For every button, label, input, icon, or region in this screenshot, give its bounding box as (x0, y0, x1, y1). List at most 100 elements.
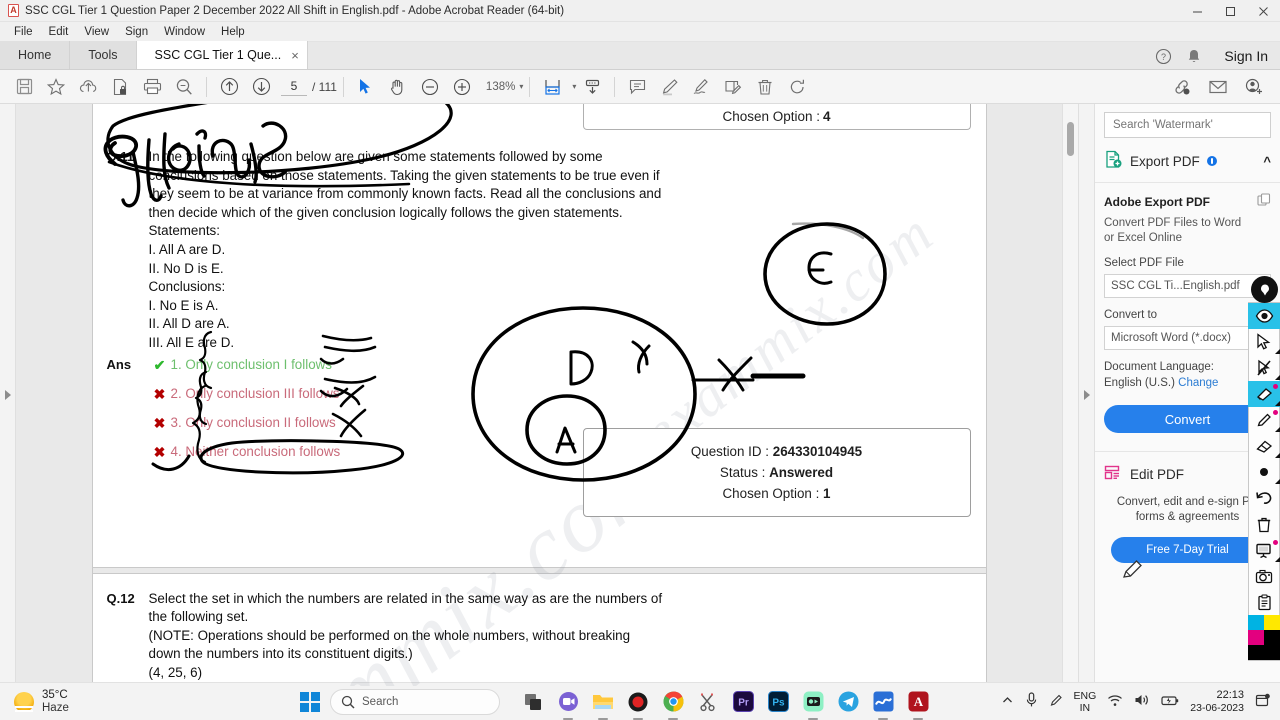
right-panel-toggle[interactable] (1078, 104, 1094, 686)
notification-center-icon[interactable] (1255, 693, 1270, 711)
convert-button[interactable]: Convert (1104, 405, 1271, 433)
zoom-in-icon[interactable] (446, 72, 478, 102)
chevron-down-icon[interactable]: ▾ (519, 82, 523, 91)
document-viewport[interactable]: exammix.com exammix.com Chosen Option : … (16, 104, 1062, 686)
swatch-yellow[interactable] (1264, 615, 1280, 630)
swatch-black[interactable] (1264, 630, 1280, 645)
zoom-level-label[interactable]: 138% (486, 81, 515, 93)
pen-tray-icon[interactable] (1049, 693, 1063, 711)
swatch-black-2[interactable] (1248, 645, 1264, 660)
obs-studio-icon[interactable] (800, 689, 826, 720)
wondershare-icon[interactable] (870, 689, 896, 720)
selected-pdf-file-field[interactable]: SSC CGL Ti...English.pdf × (1104, 274, 1271, 298)
volume-icon[interactable] (1134, 693, 1150, 710)
search-tools-input[interactable] (1104, 112, 1271, 138)
previous-page-icon[interactable] (213, 72, 245, 102)
submenu-arrow-icon[interactable] (1275, 427, 1280, 432)
dot-shape-icon[interactable] (1248, 459, 1280, 485)
sign-document-icon[interactable] (685, 72, 717, 102)
menu-item-edit[interactable]: Edit (41, 24, 77, 40)
add-to-favorites-icon[interactable] (40, 72, 72, 102)
submenu-arrow-icon[interactable] (1275, 375, 1280, 380)
video-chat-icon[interactable] (555, 689, 581, 720)
photoshop-icon[interactable]: Ps (765, 689, 791, 715)
show-hidden-icons-icon[interactable] (1001, 694, 1014, 710)
copy-icon[interactable] (1257, 193, 1271, 210)
cursor-pointer-icon[interactable] (1248, 329, 1280, 355)
menu-item-sign[interactable]: Sign (117, 24, 156, 40)
menu-item-file[interactable]: File (6, 24, 41, 40)
swatch-magenta[interactable] (1248, 630, 1264, 645)
microphone-icon[interactable] (1025, 692, 1038, 711)
upload-cloud-icon[interactable] (72, 72, 104, 102)
zoom-out-icon[interactable] (414, 72, 446, 102)
scroll-mode-icon[interactable] (576, 72, 608, 102)
notification-bell-icon[interactable] (1186, 48, 1202, 65)
scrollbar-thumb[interactable] (1067, 122, 1074, 156)
fit-page-icon[interactable] (536, 72, 568, 102)
tab-tools[interactable]: Tools (70, 41, 137, 69)
select-cursor-icon[interactable] (350, 72, 382, 102)
rotate-page-icon[interactable] (781, 72, 813, 102)
premiere-pro-icon[interactable]: Pr (730, 689, 756, 715)
next-page-icon[interactable] (245, 72, 277, 102)
wifi-icon[interactable] (1107, 694, 1123, 710)
submenu-arrow-icon[interactable] (1275, 349, 1280, 354)
epic-pen-logo-icon[interactable] (1251, 276, 1278, 303)
screen-recorder-icon[interactable] (625, 689, 651, 720)
click-through-icon[interactable] (1248, 355, 1280, 381)
submenu-arrow-icon[interactable] (1275, 453, 1280, 458)
submenu-arrow-icon[interactable] (1275, 401, 1280, 406)
save-icon[interactable] (8, 72, 40, 102)
clock-widget[interactable]: 22:13 23-06-2023 (1190, 689, 1244, 715)
eye-visibility-icon[interactable] (1248, 303, 1280, 329)
whiteboard-icon[interactable] (1248, 537, 1280, 563)
share-link-icon[interactable] (1166, 72, 1198, 102)
protect-document-icon[interactable] (104, 72, 136, 102)
snipping-tool-icon[interactable] (695, 689, 721, 715)
hand-tool-icon[interactable] (382, 72, 414, 102)
change-language-link[interactable]: Change (1178, 377, 1218, 389)
search-icon[interactable] (168, 72, 200, 102)
add-comment-icon[interactable] (621, 72, 653, 102)
email-icon[interactable] (1202, 72, 1234, 102)
eraser-icon[interactable] (1248, 433, 1280, 459)
annotation-toolbar[interactable] (1248, 276, 1280, 661)
submenu-arrow-icon[interactable] (1275, 479, 1280, 484)
highlight-text-icon[interactable] (653, 72, 685, 102)
convert-to-select[interactable]: Microsoft Word (*.docx) ∨ (1104, 326, 1271, 350)
export-pdf-header[interactable]: Export PDF ^ (1095, 144, 1280, 183)
adobe-acrobat-icon[interactable]: A (905, 689, 931, 720)
swatch-cyan[interactable] (1248, 615, 1264, 630)
menu-item-window[interactable]: Window (156, 24, 213, 40)
sign-in-button[interactable]: Sign In (1216, 48, 1268, 64)
color-swatches[interactable] (1248, 615, 1280, 660)
file-explorer-icon[interactable] (590, 689, 616, 720)
pen-icon[interactable] (1248, 407, 1280, 433)
weather-widget[interactable]: 35°C Haze (0, 689, 300, 715)
submenu-arrow-icon[interactable] (1275, 557, 1280, 562)
windows-start-icon[interactable] (300, 691, 320, 712)
chevron-up-icon[interactable]: ^ (1263, 154, 1271, 169)
close-icon[interactable]: × (291, 49, 299, 62)
print-icon[interactable] (136, 72, 168, 102)
tab-home[interactable]: Home (0, 41, 71, 69)
settings-dot-icon[interactable] (1206, 156, 1217, 166)
page-number-input[interactable] (281, 77, 307, 96)
document-scrollbar[interactable] (1062, 104, 1078, 686)
help-circle-icon[interactable]: ? (1155, 48, 1172, 65)
swatch-black-3[interactable] (1264, 645, 1280, 660)
trash-icon[interactable] (1248, 511, 1280, 537)
delete-icon[interactable] (749, 72, 781, 102)
language-indicator[interactable]: ENG IN (1074, 690, 1097, 714)
maximize-button[interactable] (1214, 0, 1247, 22)
menu-item-help[interactable]: Help (213, 24, 253, 40)
left-panel-toggle[interactable] (0, 104, 16, 686)
add-user-icon[interactable] (1238, 72, 1270, 102)
screenshot-camera-icon[interactable] (1248, 563, 1280, 589)
telegram-icon[interactable] (835, 689, 861, 715)
taskbar-search[interactable]: Search (330, 688, 500, 715)
menu-item-view[interactable]: View (76, 24, 117, 40)
close-button[interactable] (1247, 0, 1280, 22)
edit-pdf-icon[interactable] (717, 72, 749, 102)
